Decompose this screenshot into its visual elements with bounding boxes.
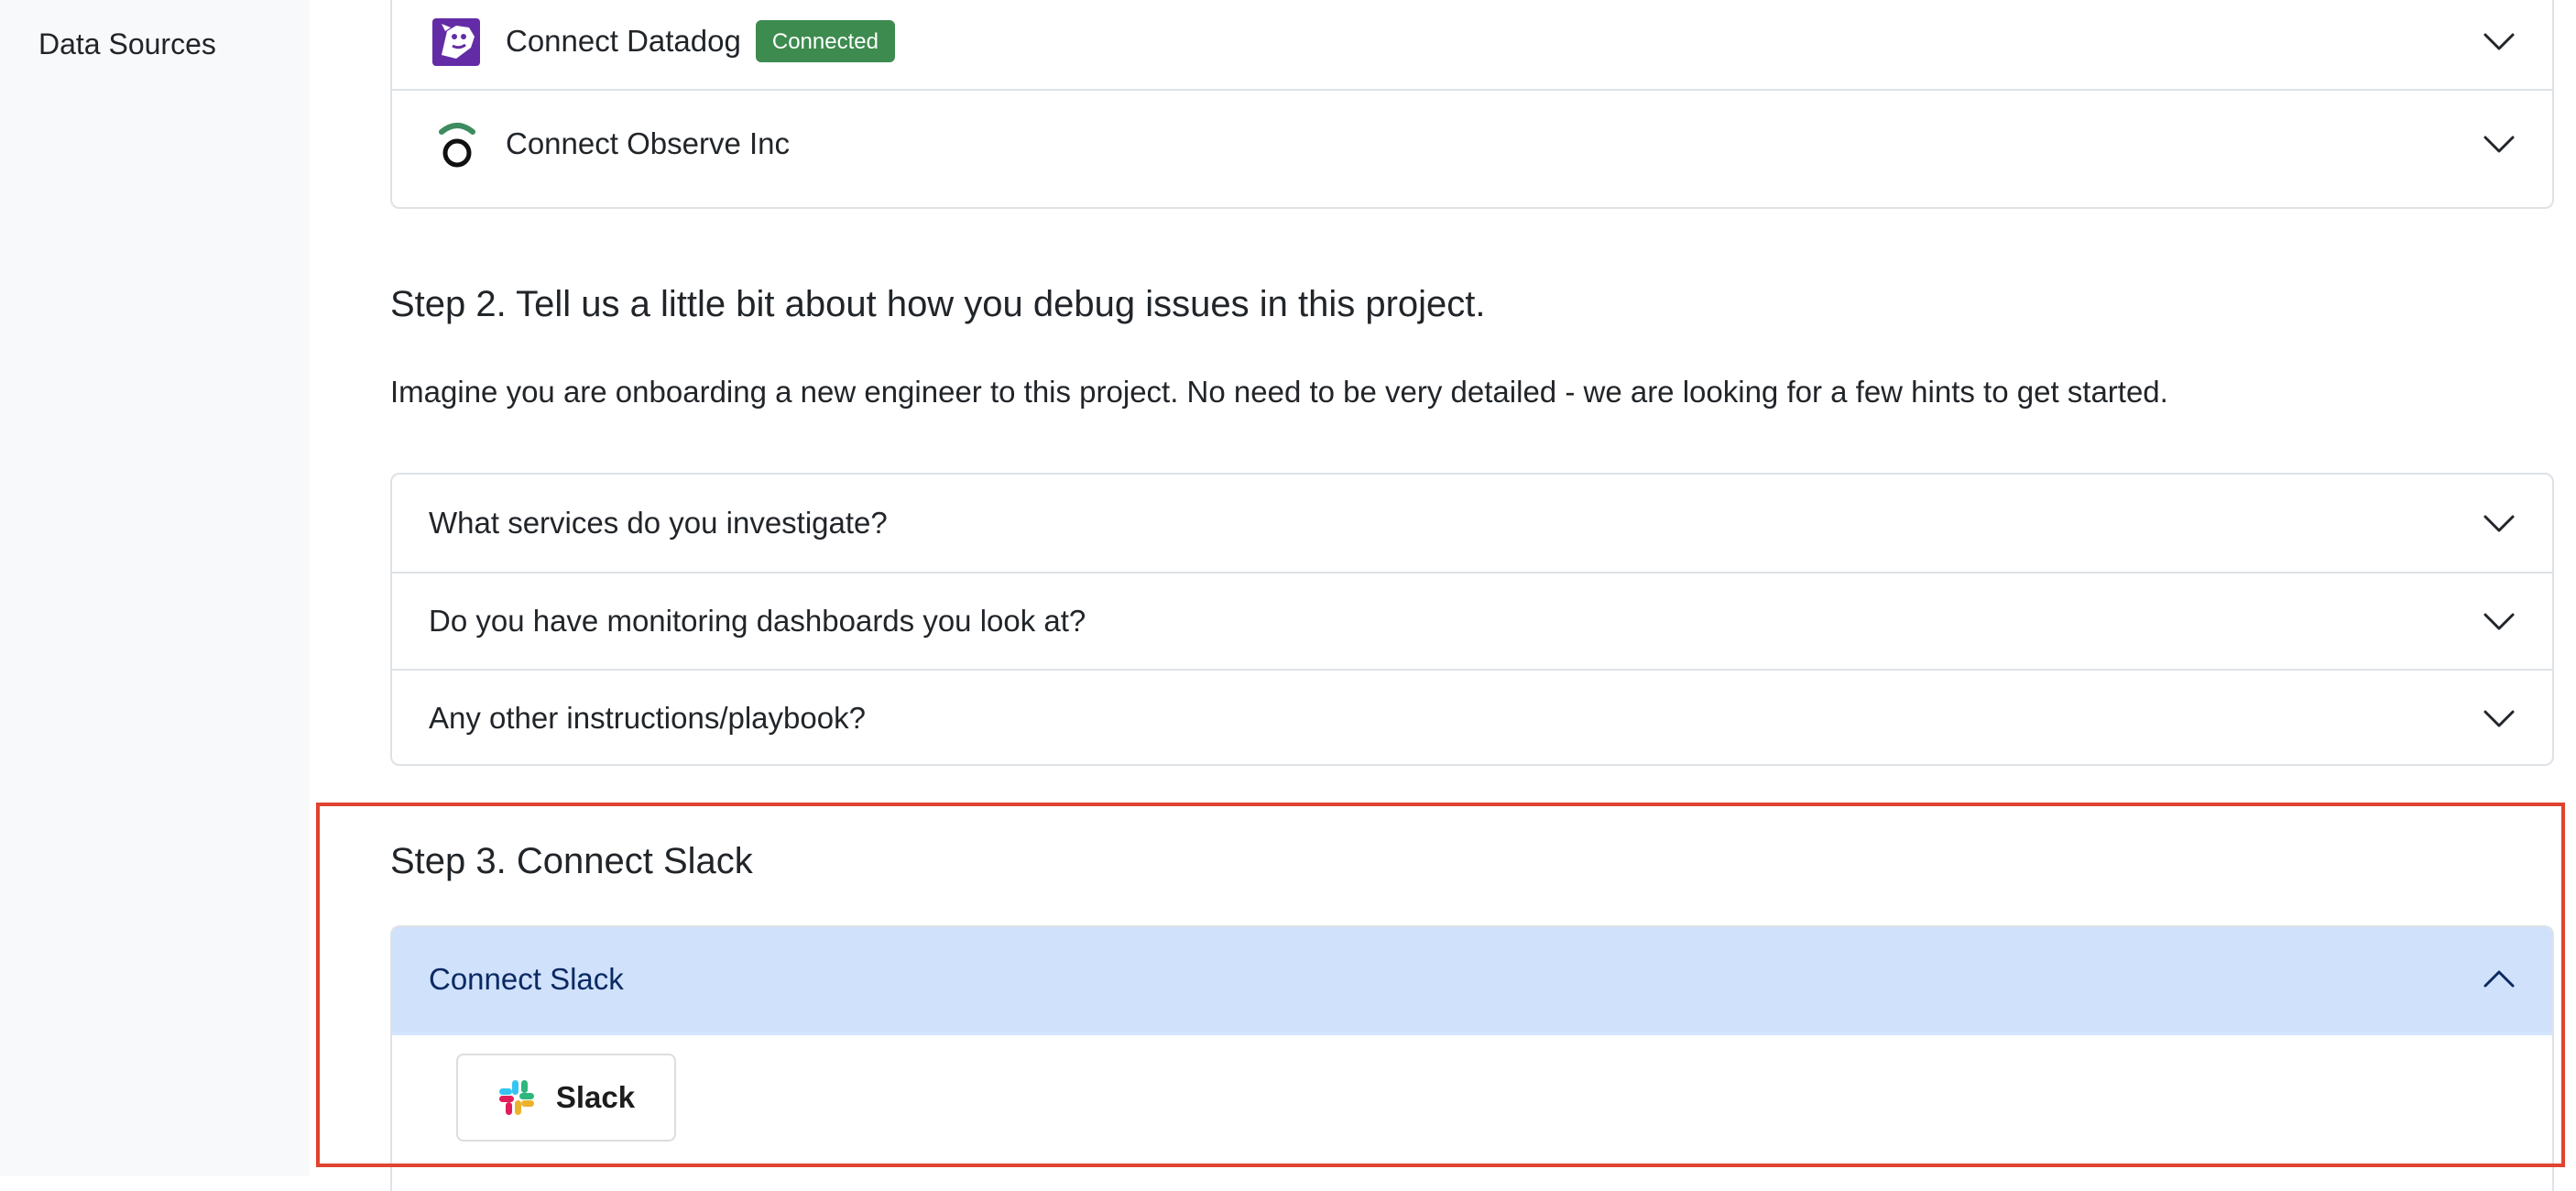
- accordion-item-label: Connect Observe Inc: [506, 126, 790, 160]
- chevron-down-icon[interactable]: [2483, 507, 2516, 540]
- accordion-item-dashboards[interactable]: Do you have monitoring dashboards you lo…: [392, 572, 2552, 669]
- chevron-down-icon[interactable]: [2483, 702, 2516, 735]
- accordion-item-observe[interactable]: Connect Observe Inc: [392, 89, 2552, 196]
- accordion-item-label: Do you have monitoring dashboards you lo…: [429, 604, 1086, 638]
- accordion-item-datadog[interactable]: Connect Datadog Connected: [392, 0, 2552, 89]
- accordion-item-label: What services do you investigate?: [429, 506, 888, 540]
- step2-description: Imagine you are onboarding a new enginee…: [390, 375, 2168, 409]
- observe-logo-icon: [429, 115, 486, 172]
- chevron-down-icon[interactable]: [2483, 25, 2516, 58]
- questions-accordion: What services do you investigate? Do you…: [390, 473, 2554, 766]
- accordion-item-label: Any other instructions/playbook?: [429, 701, 866, 735]
- accordion-item-playbook[interactable]: Any other instructions/playbook?: [392, 669, 2552, 764]
- sidebar-item-data-sources[interactable]: Data Sources: [38, 26, 216, 62]
- integrations-accordion: Connect Datadog Connected Connect Observ…: [390, 0, 2554, 209]
- sidebar: Data Sources: [0, 0, 310, 1176]
- step2-heading: Step 2. Tell us a little bit about how y…: [390, 284, 1486, 324]
- status-badge: Connected: [755, 19, 895, 62]
- accordion-item-label: Connect Datadog: [506, 23, 741, 58]
- accordion-item-services[interactable]: What services do you investigate?: [392, 475, 2552, 572]
- chevron-down-icon[interactable]: [2483, 127, 2516, 160]
- datadog-logo-icon: [429, 13, 486, 70]
- highlight-box: [316, 803, 2565, 1167]
- chevron-down-icon[interactable]: [2483, 605, 2516, 638]
